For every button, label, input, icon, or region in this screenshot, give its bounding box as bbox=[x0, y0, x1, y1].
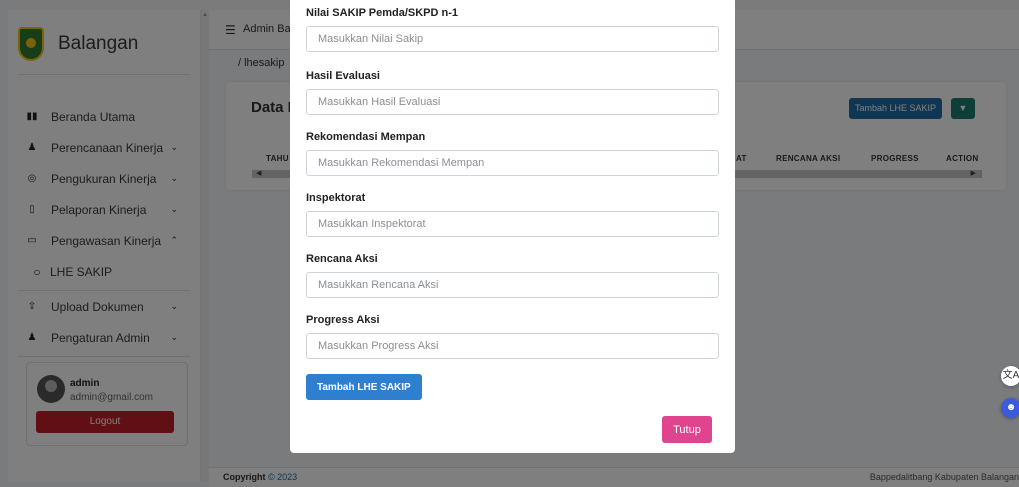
translate-icon[interactable]: 文A bbox=[1001, 366, 1019, 386]
field-label: Inspektorat bbox=[306, 192, 366, 204]
form-group-inspektorat: Inspektorat bbox=[306, 192, 719, 237]
form-group-nilai-sakip: Nilai SAKIP Pemda/SKPD n-1 bbox=[306, 7, 719, 52]
progress-aksi-input[interactable] bbox=[306, 333, 719, 359]
form-group-progress-aksi: Progress Aksi bbox=[306, 314, 719, 359]
field-label: Progress Aksi bbox=[306, 314, 380, 326]
nilai-sakip-input[interactable] bbox=[306, 26, 719, 52]
form-group-hasil-evaluasi: Hasil Evaluasi bbox=[306, 70, 719, 115]
field-label: Rekomendasi Mempan bbox=[306, 131, 426, 143]
form-group-rencana-aksi: Rencana Aksi bbox=[306, 253, 719, 298]
form-group-rekomendasi: Rekomendasi Mempan bbox=[306, 131, 719, 176]
inspektorat-input[interactable] bbox=[306, 211, 719, 237]
field-label: Nilai SAKIP Pemda/SKPD n-1 bbox=[306, 7, 459, 19]
hasil-evaluasi-input[interactable] bbox=[306, 89, 719, 115]
field-label: Hasil Evaluasi bbox=[306, 70, 380, 82]
rekomendasi-input[interactable] bbox=[306, 150, 719, 176]
field-label: Rencana Aksi bbox=[306, 253, 378, 265]
add-lhe-modal: Nilai SAKIP Pemda/SKPD n-1 Hasil Evaluas… bbox=[290, 0, 735, 453]
assistant-icon[interactable]: ☻ bbox=[1001, 398, 1019, 418]
submit-button[interactable]: Tambah LHE SAKIP bbox=[306, 374, 422, 400]
rencana-aksi-input[interactable] bbox=[306, 272, 719, 298]
close-button[interactable]: Tutup bbox=[662, 416, 712, 443]
